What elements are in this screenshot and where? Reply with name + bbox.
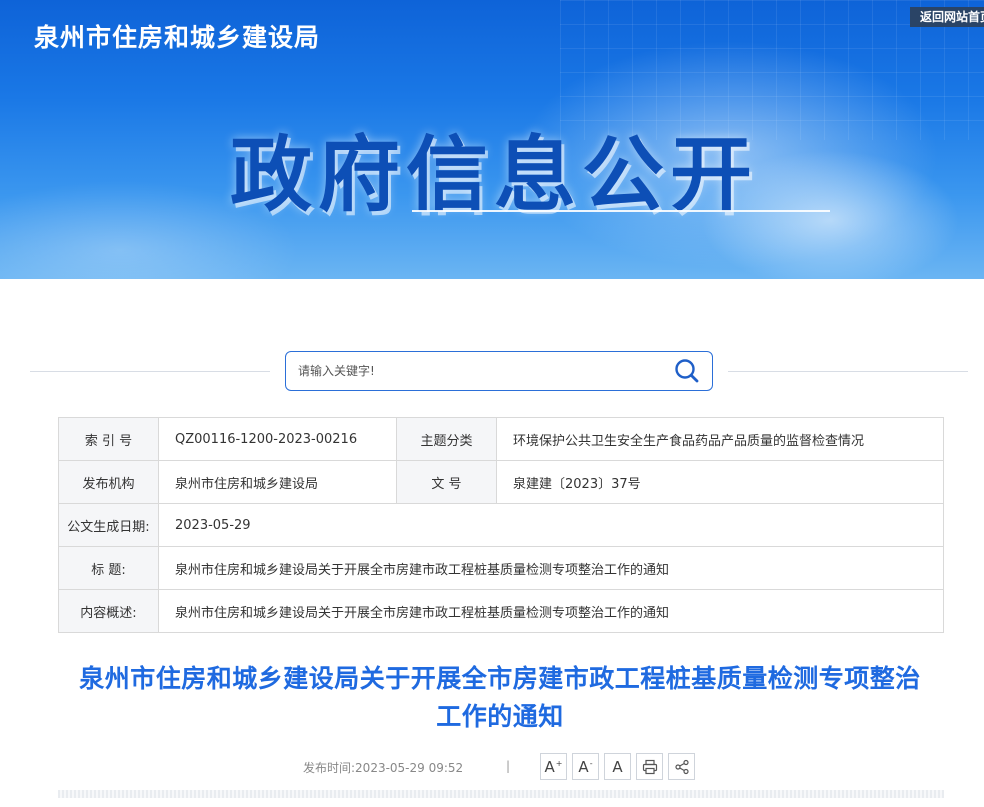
issuer-label: 发布机构: [58, 460, 159, 504]
print-button[interactable]: [636, 753, 663, 780]
article-title-line: 工作的通知: [436, 702, 564, 731]
article-title-line: 泉州市住房和城乡建设局关于开展全市房建市政工程桩基质量检测专项整治: [79, 664, 921, 693]
publish-label: 发布时间:: [303, 761, 356, 775]
table-row: 索 引 号 QZ00116-1200-2023-00216 主题分类 环境保护公…: [58, 417, 944, 461]
site-title: 泉州市住房和城乡建设局: [34, 23, 321, 52]
print-icon: [642, 759, 657, 774]
font-increase-icon: A+: [544, 757, 563, 776]
search-box: [285, 351, 713, 391]
summary-label: 内容概述:: [58, 589, 159, 633]
publish-time: 2023-05-29 09:52: [355, 761, 464, 775]
docno-label: 文 号: [396, 460, 497, 504]
search-button[interactable]: [670, 357, 704, 385]
publish-meta: 发布时间:2023-05-29 09:52: [303, 759, 463, 776]
search-divider-left: [30, 371, 270, 372]
home-link[interactable]: 返回网站首页: [910, 7, 984, 27]
article-title: 泉州市住房和城乡建设局关于开展全市房建市政工程桩基质量检测专项整治 工作的通知: [40, 660, 960, 736]
header-banner: 泉州市住房和城乡建设局 返回网站首页 政府信息公开: [0, 0, 984, 279]
content-top-border: [58, 790, 944, 798]
search-input[interactable]: [298, 360, 658, 382]
title-value: 泉州市住房和城乡建设局关于开展全市房建市政工程桩基质量检测专项整治工作的通知: [158, 546, 944, 590]
share-button[interactable]: [668, 753, 695, 780]
topic-value: 环境保护公共卫生安全生产食品药品产品质量的监督检查情况: [496, 417, 944, 461]
font-increase-button[interactable]: A+: [540, 753, 567, 780]
docno-value: 泉建建〔2023〕37号: [496, 460, 944, 504]
font-reset-icon: A: [612, 757, 623, 776]
share-icon: [674, 759, 689, 774]
search-icon: [675, 359, 699, 383]
topic-label: 主题分类: [396, 417, 497, 461]
table-row: 内容概述: 泉州市住房和城乡建设局关于开展全市房建市政工程桩基质量检测专项整治工…: [58, 589, 944, 633]
meta-separator: |: [506, 759, 511, 773]
index-value: QZ00116-1200-2023-00216: [158, 417, 397, 461]
title-label: 标 题:: [58, 546, 159, 590]
font-decrease-icon: A-: [578, 757, 593, 776]
index-label: 索 引 号: [58, 417, 159, 461]
font-decrease-button[interactable]: A-: [572, 753, 599, 780]
table-row: 公文生成日期: 2023-05-29: [58, 503, 944, 547]
table-row: 发布机构 泉州市住房和城乡建设局 文 号 泉建建〔2023〕37号: [58, 460, 944, 504]
table-row: 标 题: 泉州市住房和城乡建设局关于开展全市房建市政工程桩基质量检测专项整治工作…: [58, 546, 944, 590]
search-divider-right: [728, 371, 968, 372]
summary-value: 泉州市住房和城乡建设局关于开展全市房建市政工程桩基质量检测专项整治工作的通知: [158, 589, 944, 633]
date-value: 2023-05-29: [158, 503, 944, 547]
banner-underline: [412, 210, 830, 212]
document-info-table: 索 引 号 QZ00116-1200-2023-00216 主题分类 环境保护公…: [58, 417, 944, 633]
issuer-value: 泉州市住房和城乡建设局: [158, 460, 397, 504]
font-reset-button[interactable]: A: [604, 753, 631, 780]
date-label: 公文生成日期:: [58, 503, 159, 547]
